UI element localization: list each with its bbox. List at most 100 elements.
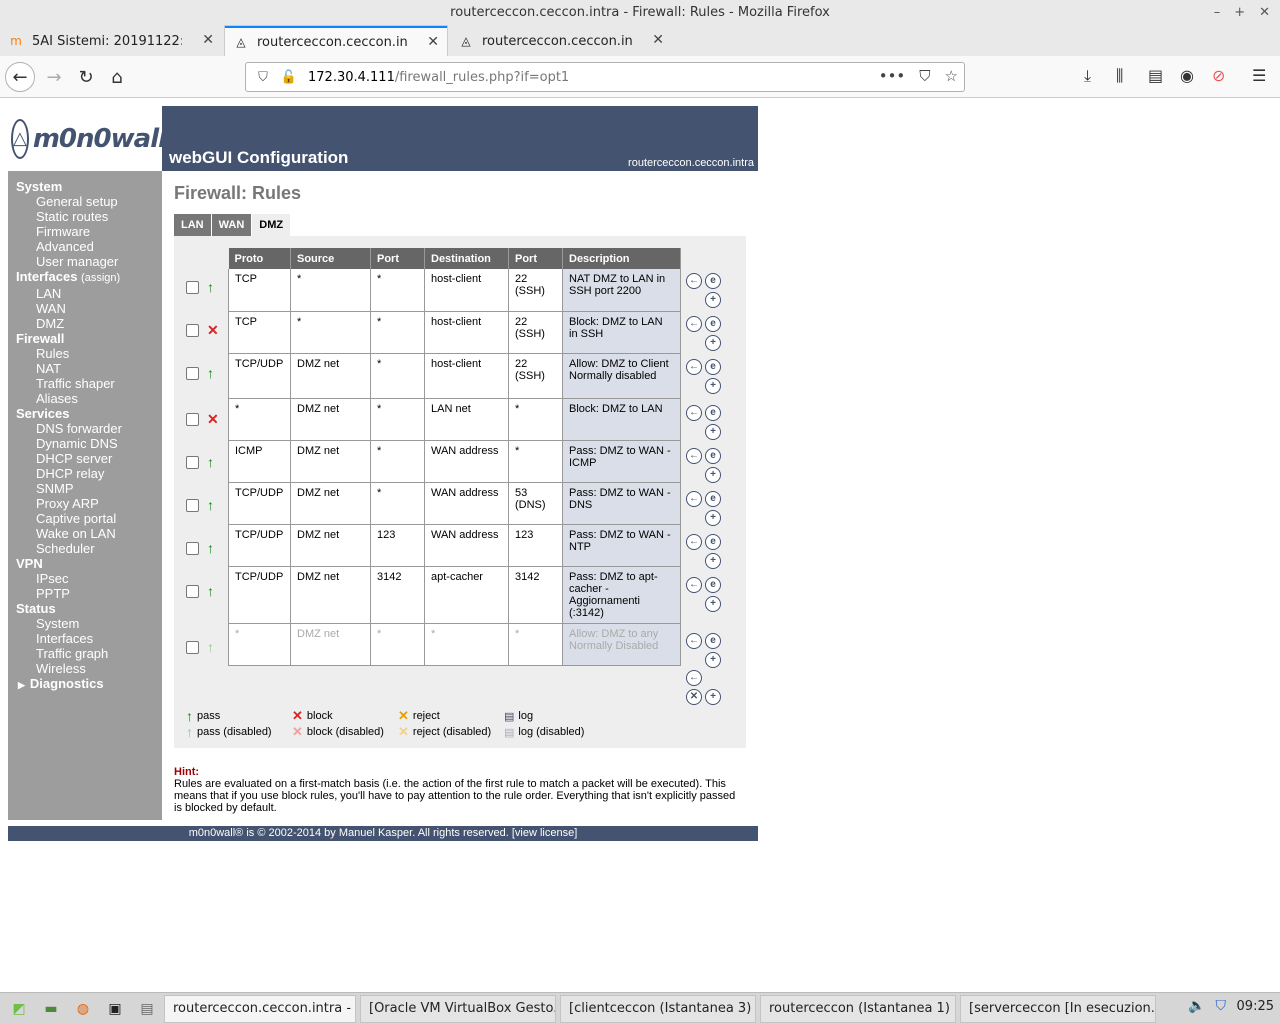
rule-source[interactable]: DMZ net: [290, 524, 371, 567]
rule-select-checkbox[interactable]: [186, 584, 199, 598]
firefox-icon[interactable]: ◍: [70, 998, 96, 1020]
add-rule-icon[interactable]: +: [705, 424, 721, 440]
rule-select-checkbox[interactable]: [186, 324, 199, 337]
task-virtualbox-manager[interactable]: [Oracle VM VirtualBox Gesto...: [360, 994, 556, 1023]
sidebar-item-lan[interactable]: LAN: [16, 286, 162, 301]
rule-select-checkbox[interactable]: [186, 640, 199, 654]
rule-destination[interactable]: WAN address: [424, 482, 509, 525]
rule-dest-port[interactable]: *: [508, 440, 563, 483]
rule-description[interactable]: Pass: DMZ to WAN - NTP: [562, 524, 681, 567]
pass-icon[interactable]: ↑: [207, 583, 214, 599]
rule-dest-port[interactable]: 22 (SSH): [508, 311, 563, 354]
add-rule-icon[interactable]: +: [705, 467, 721, 483]
sidebar-item-dmz[interactable]: DMZ: [16, 316, 162, 331]
rule-proto[interactable]: TCP/UDP: [228, 353, 291, 399]
rule-destination[interactable]: host-client: [424, 311, 509, 354]
rule-source[interactable]: *: [290, 269, 371, 312]
more-actions-icon[interactable]: •••: [879, 67, 906, 85]
rule-source-port[interactable]: 3142: [370, 566, 425, 624]
rule-row[interactable]: TCP * * host-client 22 (SSH) Block: DMZ to LA…: [228, 311, 681, 354]
add-rule-icon[interactable]: +: [705, 510, 721, 526]
move-rule-icon[interactable]: ←: [686, 316, 702, 332]
pass-icon[interactable]: ↑: [207, 497, 214, 513]
rule-destination[interactable]: *: [424, 623, 509, 666]
edit-rule-icon[interactable]: e: [705, 359, 721, 375]
rule-proto[interactable]: *: [228, 623, 291, 666]
rule-proto[interactable]: ICMP: [228, 440, 291, 483]
rule-source-port[interactable]: *: [370, 353, 425, 399]
edit-rule-icon[interactable]: e: [705, 491, 721, 507]
rule-select-checkbox[interactable]: [186, 413, 199, 426]
pass-disabled-icon[interactable]: ↑: [207, 639, 214, 655]
sidebar-item-nat[interactable]: NAT: [16, 361, 162, 376]
sidebar-item-dynamic-dns[interactable]: Dynamic DNS: [16, 436, 162, 451]
rule-row[interactable]: * DMZ net * * * Allow: DMZ to any Normally Di…: [228, 623, 681, 666]
clock[interactable]: 09:25: [1237, 999, 1274, 1014]
rule-description[interactable]: Block: DMZ to LAN: [562, 398, 681, 441]
rule-description[interactable]: Pass: DMZ to apt-cacher - Aggiornamenti …: [562, 566, 681, 624]
rule-dest-port[interactable]: 53 (DNS): [508, 482, 563, 525]
rule-proto[interactable]: TCP/UDP: [228, 482, 291, 525]
rule-source[interactable]: *: [290, 311, 371, 354]
maximize-icon[interactable]: +: [1234, 0, 1245, 26]
rule-select-checkbox[interactable]: [186, 541, 199, 555]
rule-proto[interactable]: TCP/UDP: [228, 524, 291, 567]
edit-rule-icon[interactable]: e: [705, 405, 721, 421]
rule-source-port[interactable]: *: [370, 623, 425, 666]
move-rule-icon[interactable]: ←: [686, 491, 702, 507]
terminal-icon[interactable]: ▣: [102, 998, 128, 1020]
rule-source[interactable]: DMZ net: [290, 482, 371, 525]
browser-tab-2[interactable]: ◬ routerceccon.ceccon.intra - Fi ✕: [225, 26, 447, 56]
move-selected-icon[interactable]: ←: [686, 670, 702, 686]
sidebar-item-firmware[interactable]: Firmware: [16, 224, 162, 239]
pass-icon[interactable]: ↑: [207, 365, 214, 381]
rule-source-port[interactable]: *: [370, 440, 425, 483]
sidebar-item-wireless[interactable]: Wireless: [16, 661, 162, 676]
sidebar-item-rules[interactable]: Rules: [16, 346, 162, 361]
pass-icon[interactable]: ↑: [207, 540, 214, 556]
add-rule-icon[interactable]: +: [705, 292, 721, 308]
move-rule-icon[interactable]: ←: [686, 359, 702, 375]
url-bar[interactable]: ⛉ 🔓 172.30.4.111/firewall_rules.php?if=o…: [245, 62, 965, 92]
rule-destination[interactable]: apt-cacher: [424, 566, 509, 624]
rule-row[interactable]: TCP/UDP DMZ net 3142 apt-cacher 3142 Pass: DM…: [228, 566, 681, 624]
sidebar-item-aliases[interactable]: Aliases: [16, 391, 162, 406]
move-rule-icon[interactable]: ←: [686, 534, 702, 550]
rule-dest-port[interactable]: 3142: [508, 566, 563, 624]
pocket-icon[interactable]: ⛉: [919, 67, 930, 85]
rule-select-checkbox[interactable]: [186, 455, 199, 469]
addon-icon[interactable]: ⊘: [1212, 66, 1225, 85]
rule-description[interactable]: Block: DMZ to LAN in SSH: [562, 311, 681, 354]
rule-source[interactable]: DMZ net: [290, 566, 371, 624]
sidebar-item-proxy-arp[interactable]: Proxy ARP: [16, 496, 162, 511]
sidebar-item-ipsec[interactable]: IPsec: [16, 571, 162, 586]
library-icon[interactable]: ⫼: [1116, 66, 1123, 86]
minimize-icon[interactable]: –: [1214, 0, 1221, 26]
rule-source[interactable]: DMZ net: [290, 440, 371, 483]
bookmark-star-icon[interactable]: ☆: [945, 67, 958, 85]
rule-proto[interactable]: TCP/UDP: [228, 566, 291, 624]
sidebar-item-dns-forwarder[interactable]: DNS forwarder: [16, 421, 162, 436]
sidebar-item-traffic-shaper[interactable]: Traffic shaper: [16, 376, 162, 391]
move-rule-icon[interactable]: ←: [686, 273, 702, 289]
rule-source-port[interactable]: 123: [370, 524, 425, 567]
insecure-lock-icon[interactable]: 🔓: [280, 70, 298, 85]
sidebar-icon[interactable]: ▤: [1148, 66, 1163, 85]
sidebar-item-general-setup[interactable]: General setup: [16, 194, 162, 209]
sidebar-item-wan[interactable]: WAN: [16, 301, 162, 316]
close-tab-icon[interactable]: ✕: [427, 34, 439, 50]
rule-select-checkbox[interactable]: [186, 280, 199, 294]
task-routerceccon[interactable]: routerceccon (Istantanea 1) ...: [760, 994, 956, 1023]
back-button[interactable]: ←: [5, 62, 35, 92]
rule-row[interactable]: TCP * * host-client 22 (SSH) NAT DMZ to LAN i…: [228, 269, 681, 312]
rule-description[interactable]: NAT DMZ to LAN in SSH port 2200: [562, 269, 681, 312]
mint-menu-icon[interactable]: ◩: [6, 998, 32, 1020]
pass-icon[interactable]: ↑: [207, 279, 214, 295]
tab-wan[interactable]: WAN: [211, 214, 252, 236]
pass-icon[interactable]: ↑: [207, 454, 214, 470]
add-rule-icon[interactable]: +: [705, 378, 721, 394]
delete-selected-icon[interactable]: ✕: [686, 689, 702, 705]
rule-dest-port[interactable]: 123: [508, 524, 563, 567]
rule-dest-port[interactable]: *: [508, 398, 563, 441]
block-icon[interactable]: ✕: [207, 411, 219, 428]
